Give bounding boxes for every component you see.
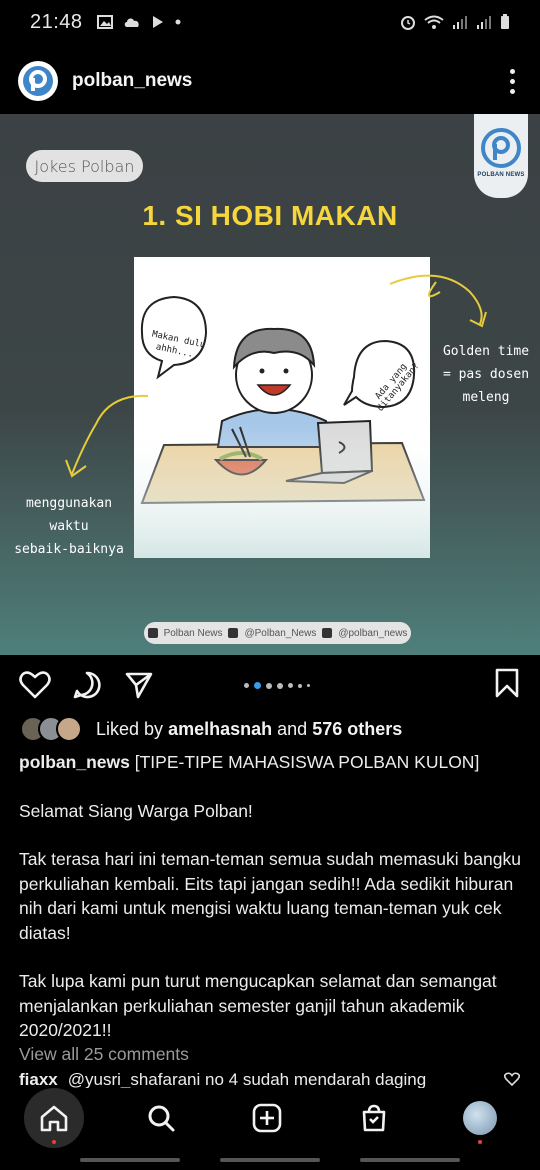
share-button[interactable] xyxy=(122,668,156,702)
liker-avatars xyxy=(20,716,82,742)
search-icon xyxy=(148,1105,174,1132)
comment-text: @yusri_shafarani no 4 sudah mendarah dag… xyxy=(67,1070,427,1089)
social-line-text: @polban_news xyxy=(338,627,408,639)
carousel-dot xyxy=(298,683,302,688)
more-options-icon[interactable] xyxy=(502,68,522,94)
alarm-icon xyxy=(401,16,415,30)
gallery-icon xyxy=(96,15,113,29)
save-button[interactable] xyxy=(494,668,520,703)
view-all-comments[interactable]: View all 25 comments xyxy=(19,1044,189,1065)
status-bar: 21:48 xyxy=(0,0,540,44)
carousel-dot-active xyxy=(254,682,261,689)
nav-shop[interactable] xyxy=(344,1088,404,1148)
twitter-icon xyxy=(228,628,239,638)
caption-username[interactable]: polban_news xyxy=(19,752,130,772)
facebook-icon xyxy=(147,628,158,638)
gesture-bar-left xyxy=(80,1158,180,1162)
gesture-bar-center xyxy=(220,1158,320,1162)
note-golden-time: Golden time = pas dosen meleng xyxy=(436,340,536,409)
post-caption: polban_news [TIPE-TIPE MAHASISWA POLBAN … xyxy=(19,750,524,1067)
notification-dot xyxy=(478,1140,482,1144)
nav-new-post[interactable] xyxy=(237,1088,297,1148)
line-icon xyxy=(322,628,333,638)
note-right-line: meleng xyxy=(462,390,510,405)
caption-title: [TIPE-TIPE MAHASISWA POLBAN KULON] xyxy=(134,752,480,772)
carousel-indicator xyxy=(244,682,310,689)
caption-paragraph: Selamat Siang Warga Polban! xyxy=(19,800,253,821)
polban-logo-icon xyxy=(23,66,53,96)
gesture-bar-right xyxy=(360,1158,460,1162)
cloud-icon xyxy=(124,18,139,27)
nav-home[interactable] xyxy=(24,1088,84,1148)
nav-search[interactable] xyxy=(131,1088,191,1148)
profile-avatar-nav xyxy=(463,1101,497,1135)
home-icon xyxy=(40,1105,68,1132)
add-post-icon xyxy=(252,1103,282,1133)
heart-icon xyxy=(19,671,51,699)
carousel-dot xyxy=(277,682,283,689)
likes-prefix: Liked by xyxy=(96,718,164,739)
bookmark-icon xyxy=(495,668,519,698)
signal-2-icon xyxy=(477,16,491,29)
note-right-line: = pas dosen xyxy=(442,367,530,382)
caption-paragraph: Tak terasa hari ini teman-teman semua su… xyxy=(19,849,521,943)
play-store-icon xyxy=(152,16,163,28)
carousel-dot xyxy=(244,683,249,688)
comment-username[interactable]: fiaxx xyxy=(19,1070,58,1089)
note-menggunakan-waktu: menggunakan waktu sebaik-baiknya xyxy=(10,492,128,561)
send-icon xyxy=(125,672,153,699)
comment-button[interactable] xyxy=(70,668,104,702)
note-left-line: menggunakan xyxy=(25,496,113,511)
post-header: polban_news xyxy=(0,56,540,106)
comment-icon xyxy=(73,671,101,699)
likes-and: and xyxy=(277,718,308,739)
liker-username[interactable]: amelhasnah xyxy=(168,719,272,740)
note-right-line: Golden time xyxy=(442,344,530,359)
dot-icon xyxy=(175,19,181,25)
status-time: 21:48 xyxy=(30,10,83,33)
carousel-dot xyxy=(307,684,310,687)
notification-dot xyxy=(52,1140,56,1144)
note-left-line: sebaik-baiknya xyxy=(14,542,124,557)
comment-preview: fiaxx @yusri_shafarani no 4 sudah mendara… xyxy=(19,1070,524,1090)
note-left-line: waktu xyxy=(49,519,89,534)
post-image[interactable]: Jokes Polban POLBAN NEWS 1. SI HOBI MAKA… xyxy=(0,114,540,655)
caption-paragraph: Tak lupa kami pun turut mengucapkan sela… xyxy=(19,971,497,1040)
battery-icon xyxy=(501,14,509,29)
profile-avatar[interactable] xyxy=(18,61,58,101)
nav-profile[interactable] xyxy=(450,1088,510,1148)
carousel-dot xyxy=(266,682,272,689)
post-username[interactable]: polban_news xyxy=(72,70,192,92)
wifi-icon xyxy=(424,15,444,29)
signal-icon xyxy=(453,16,467,29)
likes-row[interactable]: Liked by amelhasnah and 576 others xyxy=(20,716,402,742)
social-facebook-text: Polban News xyxy=(163,627,223,639)
likes-others[interactable]: 576 others xyxy=(312,719,402,740)
carousel-dot xyxy=(288,683,293,688)
social-twitter-text: @Polban_News xyxy=(244,627,317,639)
small-heart-icon xyxy=(503,1072,521,1087)
social-handles: Polban News @Polban_News @polban_news xyxy=(144,622,411,644)
liker-avatar xyxy=(56,716,82,742)
shop-bag-icon xyxy=(362,1104,385,1132)
bottom-navigation xyxy=(0,1088,540,1148)
like-button[interactable] xyxy=(18,668,52,702)
